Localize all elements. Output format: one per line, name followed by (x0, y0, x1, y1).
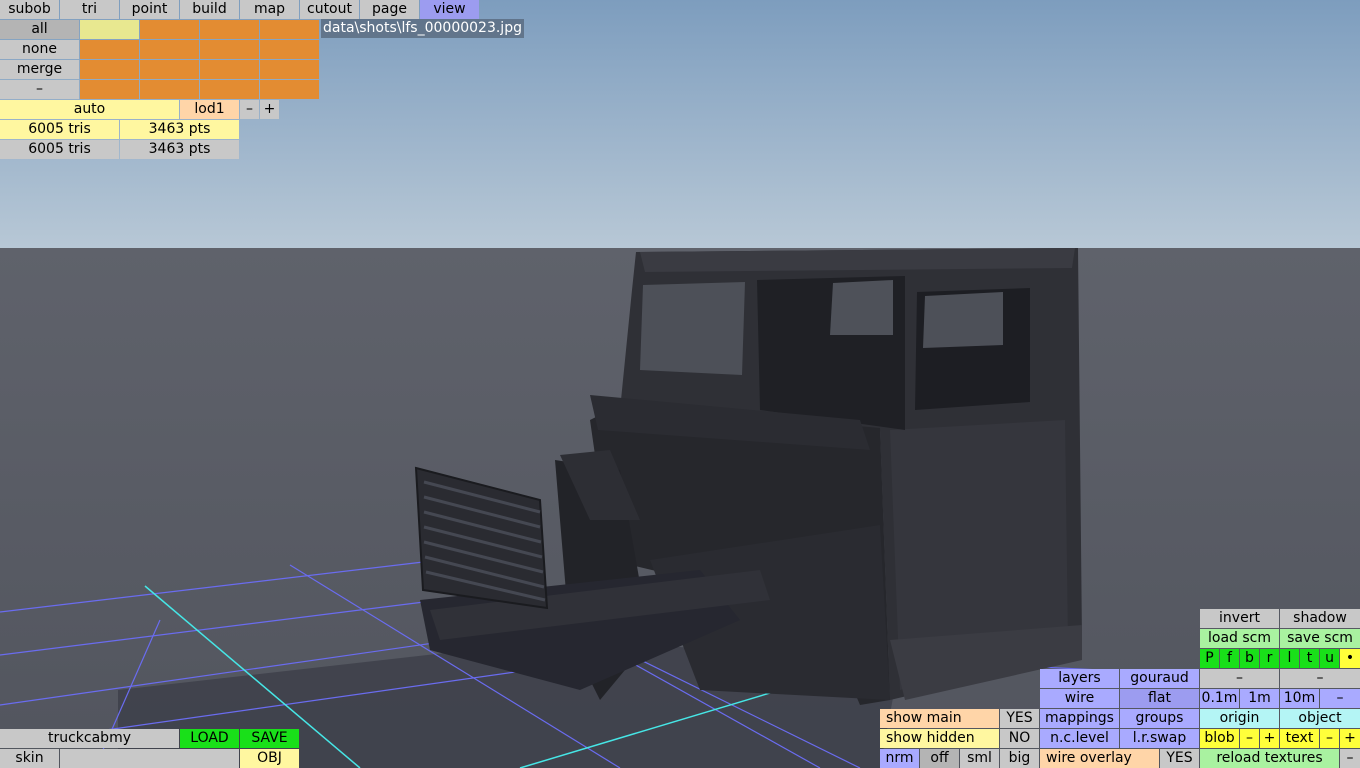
flag-l-button[interactable]: l (1280, 649, 1299, 668)
show-hidden-button[interactable]: show hidden (880, 729, 999, 748)
merge-button[interactable]: merge (0, 60, 79, 79)
origin-button[interactable]: origin (1200, 709, 1279, 728)
groups-button[interactable]: groups (1120, 709, 1199, 728)
menu-subob[interactable]: subob (0, 0, 59, 19)
subobject-slot[interactable] (200, 80, 259, 99)
big-button[interactable]: big (1000, 749, 1039, 768)
subobject-slot[interactable] (140, 80, 199, 99)
menu-cutout[interactable]: cutout (300, 0, 359, 19)
lod-selector[interactable]: lod1 (180, 100, 239, 119)
dist-1m-button[interactable]: 1m (1240, 689, 1279, 708)
menu-tri[interactable]: tri (60, 0, 119, 19)
skin-label: skin (0, 749, 59, 768)
auto-button[interactable]: auto (0, 100, 179, 119)
subobject-slot[interactable] (200, 60, 259, 79)
menu-map[interactable]: map (240, 0, 299, 19)
text-minus-button[interactable]: – (1320, 729, 1339, 748)
gouraud-button[interactable]: gouraud (1120, 669, 1199, 688)
flag-r-button[interactable]: r (1260, 649, 1279, 668)
menu-point[interactable]: point (120, 0, 179, 19)
object-button[interactable]: object (1280, 709, 1360, 728)
blob-plus-button[interactable]: + (1260, 729, 1279, 748)
skin-field[interactable] (60, 749, 239, 768)
flat-button[interactable]: flat (1120, 689, 1199, 708)
subobject-slot[interactable] (140, 20, 199, 39)
dist-minus-button[interactable]: – (1320, 689, 1360, 708)
save-button[interactable]: SAVE (240, 729, 299, 748)
obj-button[interactable]: OBJ (240, 749, 299, 768)
invert-button[interactable]: invert (1200, 609, 1279, 628)
flag-f-button[interactable]: f (1220, 649, 1239, 668)
lod-plus-button[interactable]: + (260, 100, 279, 119)
subobject-slot[interactable] (140, 60, 199, 79)
subobject-slot[interactable] (80, 40, 139, 59)
show-main-value[interactable]: YES (1000, 709, 1039, 728)
load-scm-button[interactable]: load scm (1200, 629, 1279, 648)
lr-swap-button[interactable]: l.r.swap (1120, 729, 1199, 748)
triangle-count-total: 6005 tris (0, 140, 119, 159)
select-all-button[interactable]: all (0, 20, 79, 39)
wire-overlay-button[interactable]: wire overlay (1040, 749, 1159, 768)
dash-button[interactable]: – (1280, 669, 1360, 688)
dash-button[interactable]: – (1200, 669, 1279, 688)
wire-button[interactable]: wire (1040, 689, 1119, 708)
flag-dot-button[interactable]: • (1340, 649, 1360, 668)
subobject-slot[interactable] (80, 20, 139, 39)
select-none-button[interactable]: none (0, 40, 79, 59)
point-count-total: 3463 pts (120, 140, 239, 159)
subobject-slot[interactable] (260, 20, 319, 39)
flag-u-button[interactable]: u (1320, 649, 1339, 668)
subobject-slot[interactable] (80, 60, 139, 79)
nrm-button[interactable]: nrm (880, 749, 919, 768)
text-button[interactable]: text (1280, 729, 1319, 748)
load-button[interactable]: LOAD (180, 729, 239, 748)
shadow-button[interactable]: shadow (1280, 609, 1360, 628)
off-button[interactable]: off (920, 749, 959, 768)
triangle-count: 6005 tris (0, 120, 119, 139)
subobject-slot[interactable] (140, 40, 199, 59)
layers-button[interactable]: layers (1040, 669, 1119, 688)
menu-view[interactable]: view (420, 0, 479, 19)
subobject-slot[interactable] (200, 40, 259, 59)
lod-minus-button[interactable]: – (240, 100, 259, 119)
dist-10m-button[interactable]: 10m (1280, 689, 1319, 708)
file-path-label: data\shots\lfs_00000023.jpg (321, 19, 524, 38)
mappings-button[interactable]: mappings (1040, 709, 1119, 728)
show-hidden-value[interactable]: NO (1000, 729, 1039, 748)
subobject-slot[interactable] (260, 60, 319, 79)
subobject-slot[interactable] (260, 80, 319, 99)
reload-minus-button[interactable]: – (1340, 749, 1360, 768)
minus-button[interactable]: – (0, 80, 79, 99)
save-scm-button[interactable]: save scm (1280, 629, 1360, 648)
subobject-slot[interactable] (200, 20, 259, 39)
object-name-field[interactable]: truckcabmy (0, 729, 179, 748)
dist-0-1m-button[interactable]: 0.1m (1200, 689, 1239, 708)
text-plus-button[interactable]: + (1340, 729, 1360, 748)
flag-b-button[interactable]: b (1240, 649, 1259, 668)
blob-minus-button[interactable]: – (1240, 729, 1259, 748)
flag-t-button[interactable]: t (1300, 649, 1319, 668)
wire-overlay-value[interactable]: YES (1160, 749, 1199, 768)
blob-button[interactable]: blob (1200, 729, 1239, 748)
sml-button[interactable]: sml (960, 749, 999, 768)
subobject-slot[interactable] (260, 40, 319, 59)
menu-page[interactable]: page (360, 0, 419, 19)
point-count: 3463 pts (120, 120, 239, 139)
nc-level-button[interactable]: n.c.level (1040, 729, 1119, 748)
menu-build[interactable]: build (180, 0, 239, 19)
flag-p-button[interactable]: P (1200, 649, 1219, 668)
reload-textures-button[interactable]: reload textures (1200, 749, 1339, 768)
subobject-slot[interactable] (80, 80, 139, 99)
show-main-button[interactable]: show main (880, 709, 999, 728)
